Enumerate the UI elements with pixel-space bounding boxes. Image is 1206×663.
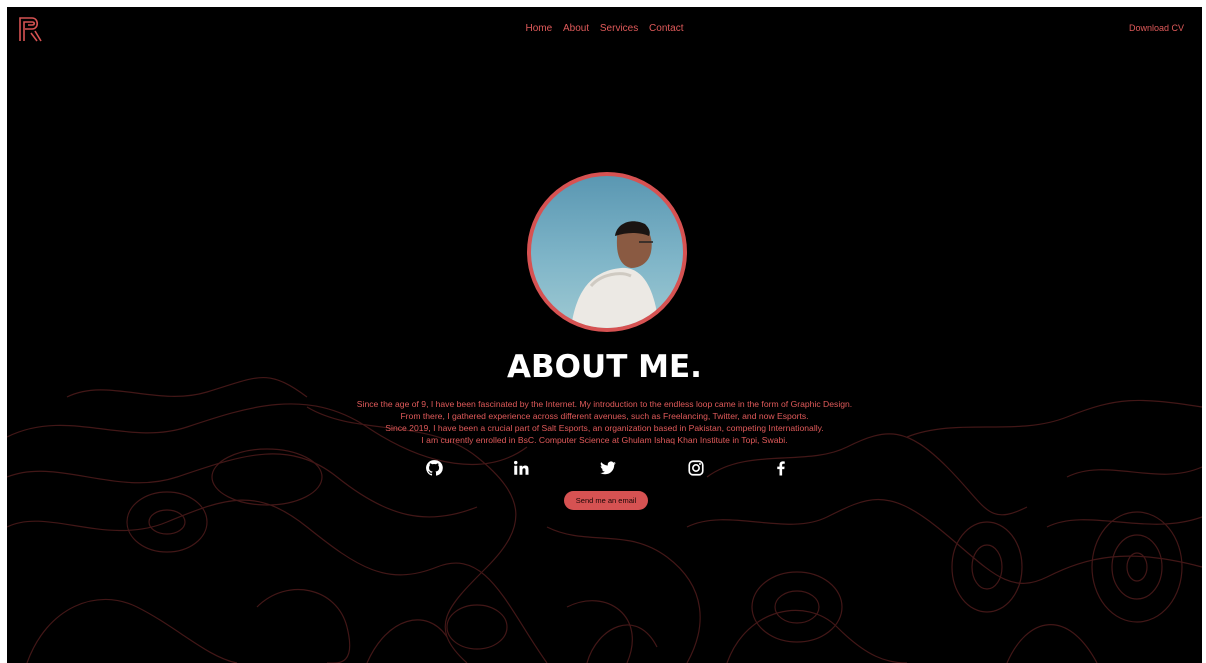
twitter-icon[interactable] (599, 459, 617, 477)
profile-avatar (527, 172, 687, 332)
instagram-icon[interactable] (687, 459, 705, 477)
send-email-button[interactable]: Send me an email (564, 491, 648, 510)
social-links (7, 459, 1202, 479)
github-icon[interactable] (425, 459, 443, 477)
nav-home-link[interactable]: Home (526, 23, 553, 34)
profile-photo (571, 221, 659, 328)
facebook-icon[interactable] (772, 459, 790, 477)
page-frame: Home About Services Contact Download CV … (7, 7, 1202, 663)
bio-line: Since the age of 9, I have been fascinat… (356, 399, 853, 409)
bio-line: From there, I gathered experience across… (400, 411, 809, 421)
main-nav: Home About Services Contact (7, 23, 1202, 34)
nav-services-link[interactable]: Services (600, 23, 638, 34)
bio-text: Since the age of 9, I have been fascinat… (7, 398, 1202, 446)
bio-line: Since 2019, I have been a crucial part o… (385, 423, 824, 433)
download-cv-link[interactable]: Download CV (1129, 23, 1184, 33)
topographic-background (7, 376, 1202, 663)
nav-about-link[interactable]: About (563, 23, 589, 34)
linkedin-icon[interactable] (512, 459, 530, 477)
bio-line: I am currently enrolled in BsC. Computer… (421, 435, 788, 445)
nav-contact-link[interactable]: Contact (649, 23, 683, 34)
about-me-heading: ABOUT ME. (507, 349, 702, 385)
